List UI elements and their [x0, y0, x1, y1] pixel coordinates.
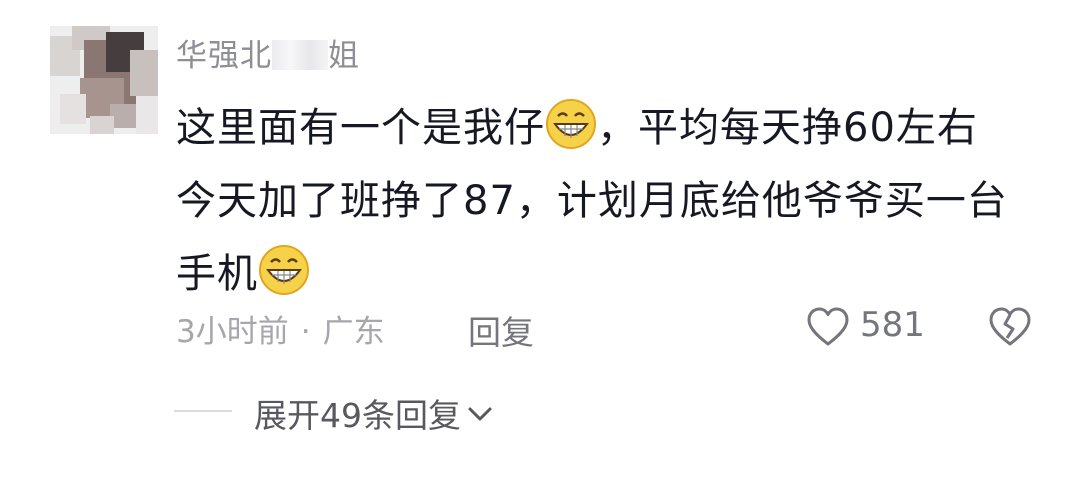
- comment-line-2: 今天加了班挣了87，计划月底给他爷爷买一台: [176, 178, 1008, 224]
- comment-text: 这里面有一个是我仔 ，平均每天挣60左右 今天加了班挣了87，计划月底给他爷爷买一…: [176, 92, 1056, 311]
- comment-time: 3小时前: [176, 314, 289, 350]
- grinning-face-icon: [259, 245, 309, 295]
- meta-separator: ·: [300, 314, 311, 350]
- expand-replies-button[interactable]: 展开49条回复: [254, 389, 493, 437]
- expand-divider: [174, 410, 232, 412]
- chevron-down-icon: [468, 407, 492, 421]
- username-suffix: 姐: [328, 38, 360, 74]
- like-count: 581: [860, 305, 925, 345]
- grinning-face-icon: [546, 99, 596, 149]
- comment-username[interactable]: 华强北 姐: [176, 30, 360, 75]
- username-prefix: 华强北: [176, 38, 272, 74]
- avatar[interactable]: [50, 26, 158, 134]
- comment-line-1: 这里面有一个是我仔 ，平均每天挣60左右: [176, 92, 1056, 165]
- comment-location: 广东: [322, 314, 385, 350]
- username-mosaic: [272, 40, 328, 70]
- comment-meta: 3小时前 · 广东: [176, 306, 385, 351]
- broken-heart-icon[interactable]: [988, 307, 1032, 347]
- reply-button[interactable]: 回复: [468, 306, 534, 354]
- heart-outline-icon[interactable]: [806, 307, 850, 347]
- expand-replies-label: 展开49条回复: [254, 396, 461, 435]
- comment-line-3: 手机: [176, 238, 1056, 311]
